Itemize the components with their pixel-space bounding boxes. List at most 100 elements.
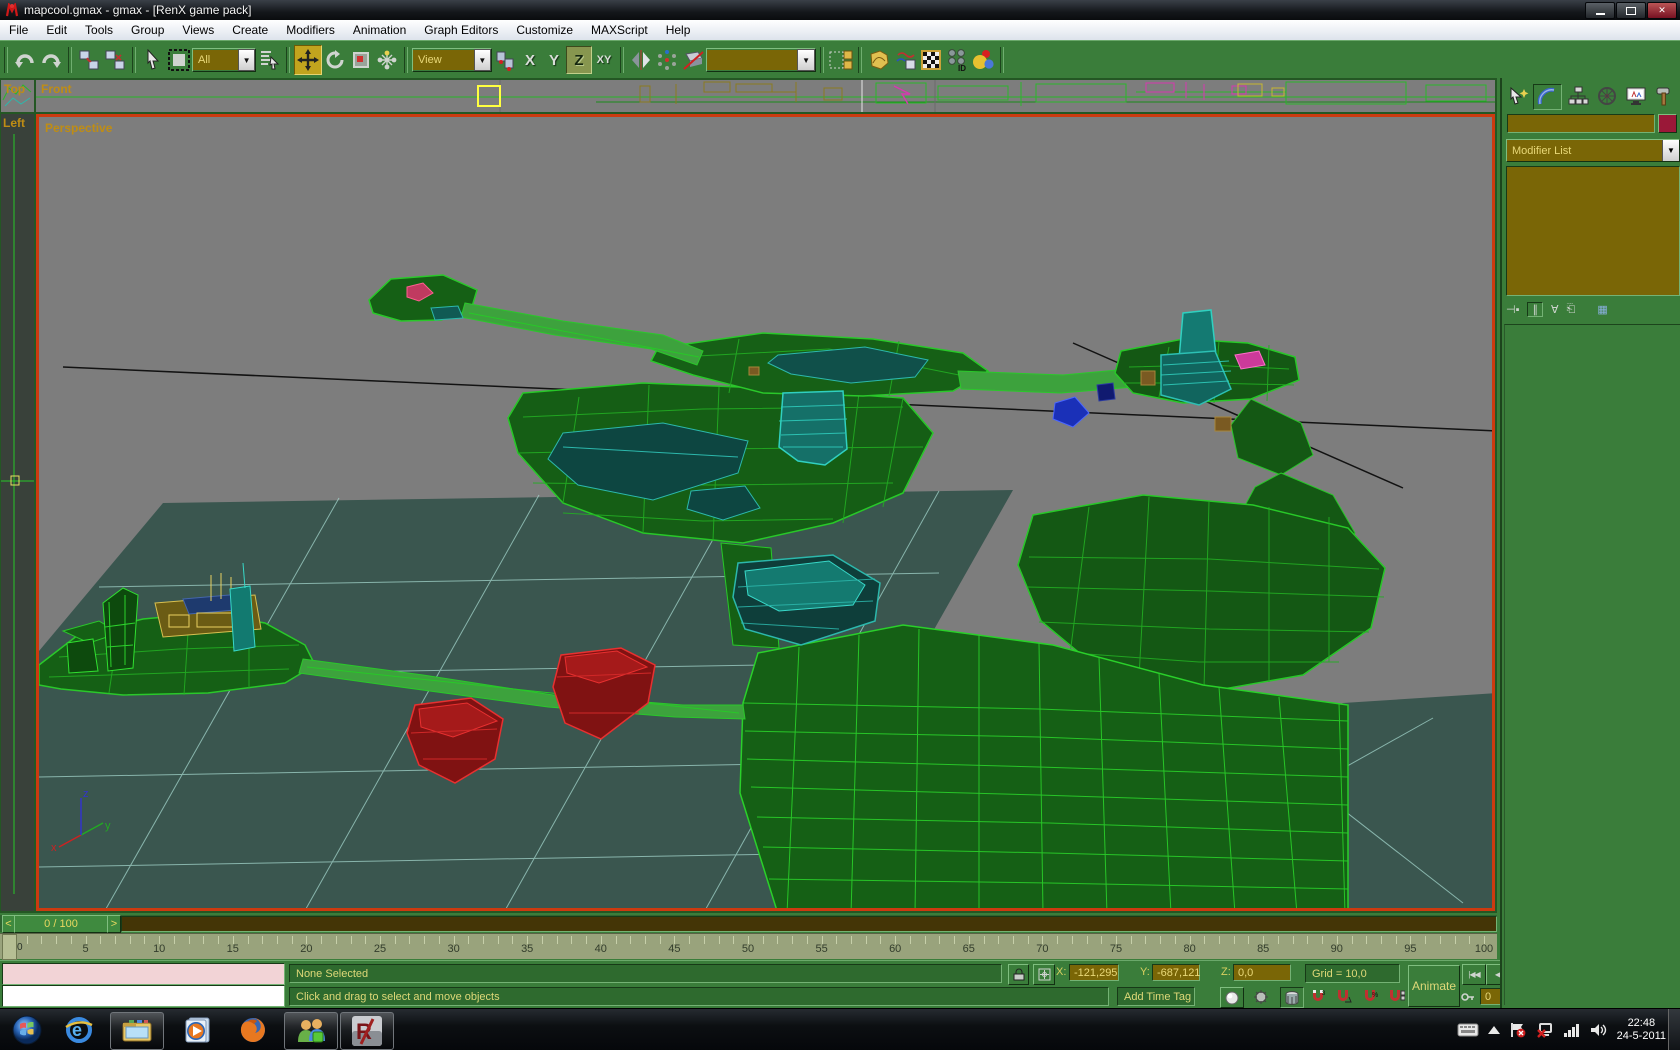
adaptive-degradation-sphere-icon[interactable] <box>1220 987 1244 1008</box>
taskbar-media-player[interactable] <box>176 1012 218 1048</box>
absolute-offset-toggle-icon[interactable] <box>1033 964 1055 985</box>
volume-icon[interactable] <box>1590 1023 1608 1037</box>
remove-modifier-icon[interactable]: ⎗ <box>1567 303 1576 316</box>
material-editor-icon[interactable] <box>918 46 944 74</box>
tab-utilities[interactable] <box>1651 84 1678 108</box>
menu-graph-editors[interactable]: Graph Editors <box>415 23 507 37</box>
menu-customize[interactable]: Customize <box>507 23 582 37</box>
select-and-manipulate-icon[interactable] <box>374 46 400 74</box>
show-desktop-button[interactable] <box>1668 1009 1680 1050</box>
taskbar-firefox[interactable] <box>232 1012 274 1048</box>
curve-editor-icon[interactable] <box>866 46 892 74</box>
modifier-stack[interactable] <box>1506 166 1680 296</box>
array-icon[interactable] <box>654 46 680 74</box>
tab-create[interactable] <box>1504 84 1531 108</box>
taskbar-renx-gmax[interactable]: R <box>340 1012 394 1050</box>
snap-3d-icon[interactable]: 3 <box>1307 987 1329 1006</box>
signal-strength-icon[interactable] <box>1563 1023 1581 1037</box>
show-end-result-icon[interactable]: ∥ <box>1527 302 1543 317</box>
use-pivot-point-center-icon[interactable] <box>492 46 518 74</box>
viewport-top[interactable]: Top <box>1 80 34 112</box>
rectangular-selection-region-icon[interactable] <box>166 46 192 74</box>
spinner-snap-icon[interactable] <box>1386 987 1408 1006</box>
go-to-start-button[interactable]: |◀◀ <box>1462 964 1486 985</box>
toolbar-handle[interactable] <box>4 47 8 73</box>
tab-hierarchy[interactable] <box>1564 84 1591 108</box>
maxscript-listener-pink[interactable] <box>2 963 285 985</box>
viewport-front[interactable]: Front <box>36 80 1495 112</box>
named-selection-sets-icon[interactable] <box>828 46 854 74</box>
select-and-move-icon[interactable] <box>294 45 322 75</box>
undo-icon[interactable] <box>12 46 38 74</box>
reference-coordinate-dropdown[interactable]: View ▼ <box>412 48 492 72</box>
select-and-rotate-icon[interactable] <box>322 46 348 74</box>
taskbar-windows-explorer[interactable] <box>110 1012 164 1050</box>
schematic-view-icon[interactable] <box>892 46 918 74</box>
tab-modify[interactable] <box>1533 84 1562 110</box>
restrict-x-button[interactable]: X <box>518 47 542 73</box>
show-hidden-icons-icon[interactable] <box>1488 1026 1500 1034</box>
selection-filter-dropdown[interactable]: All ▼ <box>192 48 256 72</box>
percent-snap-icon[interactable]: % <box>1360 987 1382 1006</box>
menu-modifiers[interactable]: Modifiers <box>277 23 344 37</box>
animate-button[interactable]: Animate <box>1408 965 1460 1007</box>
keyboard-icon[interactable] <box>1457 1023 1479 1037</box>
configure-modifier-sets-icon[interactable]: ▦ <box>1597 303 1607 316</box>
z-coord-field[interactable]: 0,0 <box>1233 964 1291 981</box>
viewport-perspective[interactable]: Perspective <box>36 114 1495 911</box>
menu-edit[interactable]: Edit <box>37 23 76 37</box>
menu-tools[interactable]: Tools <box>76 23 122 37</box>
taskbar-messenger[interactable] <box>284 1012 338 1050</box>
chevron-down-icon[interactable]: ▼ <box>1662 140 1679 161</box>
mirror-icon[interactable] <box>628 46 654 74</box>
select-by-name-icon[interactable] <box>256 46 282 74</box>
angle-snap-icon[interactable] <box>1333 987 1355 1006</box>
make-unique-icon[interactable]: ∀ <box>1551 303 1559 316</box>
align-icon[interactable] <box>680 46 706 74</box>
time-slider-value[interactable]: 0 / 100 <box>14 915 108 933</box>
time-slider-next[interactable]: > <box>107 915 121 933</box>
restrict-y-button[interactable]: Y <box>542 47 566 73</box>
modifier-list-dropdown[interactable]: Modifier List ▼ <box>1506 139 1680 162</box>
redo-icon[interactable] <box>38 46 64 74</box>
object-name-field[interactable] <box>1507 114 1655 133</box>
select-and-link-icon[interactable] <box>76 46 102 74</box>
menu-animation[interactable]: Animation <box>344 23 415 37</box>
degradation-spiky-icon[interactable] <box>1250 987 1272 1006</box>
named-selection-dropdown[interactable]: ▼ <box>706 48 816 72</box>
material-id-icon[interactable]: ID <box>944 46 970 74</box>
add-time-tag[interactable]: Add Time Tag <box>1117 987 1195 1006</box>
tab-motion[interactable] <box>1593 84 1620 108</box>
taskbar-internet-explorer[interactable]: e <box>58 1012 100 1048</box>
menu-help[interactable]: Help <box>657 23 700 37</box>
network-error-icon[interactable] <box>1536 1022 1554 1038</box>
set-key-icon[interactable] <box>1460 989 1476 1005</box>
selection-lock-icon[interactable] <box>1008 964 1029 985</box>
track-bar[interactable]: 5101520253035404550556065707580859095100… <box>0 933 1497 959</box>
minimize-button[interactable] <box>1585 2 1615 19</box>
chevron-down-icon[interactable]: ▼ <box>238 49 255 71</box>
menu-file[interactable]: File <box>0 23 37 37</box>
maximize-button[interactable] <box>1616 2 1646 19</box>
object-color-swatch[interactable] <box>1658 114 1677 133</box>
chevron-down-icon[interactable]: ▼ <box>797 49 815 71</box>
render-presets-icon[interactable] <box>970 46 996 74</box>
trackbar-handle[interactable]: 0 <box>2 934 17 960</box>
pin-stack-icon[interactable]: ⊣▪ <box>1506 303 1519 316</box>
close-button[interactable]: ✕ <box>1647 2 1677 19</box>
degradation-override-icon[interactable] <box>1280 987 1304 1008</box>
restrict-z-button[interactable]: Z <box>566 46 592 74</box>
menu-maxscript[interactable]: MAXScript <box>582 23 657 37</box>
taskbar-clock[interactable]: 22:48 24-5-2011 <box>1617 1017 1666 1043</box>
viewport-left[interactable]: Left <box>1 114 34 911</box>
select-object-icon[interactable] <box>140 46 166 74</box>
tab-display[interactable] <box>1622 84 1649 108</box>
menu-group[interactable]: Group <box>122 23 173 37</box>
x-coord-field[interactable]: -121,295 <box>1069 964 1119 981</box>
start-button[interactable] <box>6 1012 48 1048</box>
maxscript-listener-white[interactable] <box>2 985 285 1007</box>
restrict-xy-plane-button[interactable]: XY <box>592 47 616 73</box>
y-coord-field[interactable]: -687,121 <box>1152 964 1200 981</box>
unlink-selection-icon[interactable] <box>102 46 128 74</box>
select-and-scale-icon[interactable] <box>348 46 374 74</box>
